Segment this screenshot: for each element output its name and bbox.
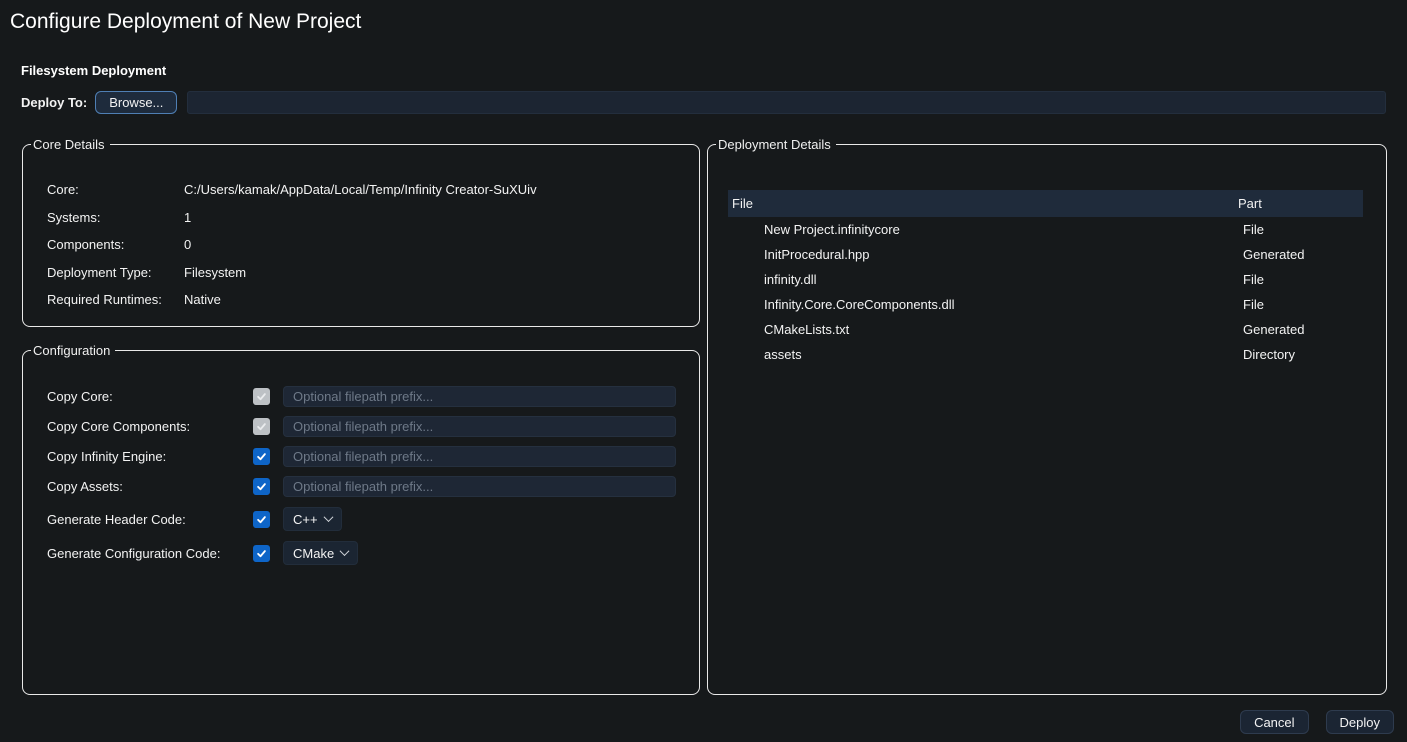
- checkmark-icon: [256, 548, 267, 559]
- table-row[interactable]: CMakeLists.txtGenerated: [728, 317, 1363, 342]
- core-detail-label: Systems:: [47, 210, 184, 225]
- copy-infinity-engine-label: Copy Infinity Engine:: [47, 449, 253, 464]
- part-cell: Generated: [1238, 247, 1363, 262]
- table-row[interactable]: assetsDirectory: [728, 342, 1363, 367]
- file-cell: Infinity.Core.CoreComponents.dll: [728, 297, 1238, 312]
- generate-config-code-label: Generate Configuration Code:: [47, 546, 253, 561]
- part-cell: File: [1238, 297, 1363, 312]
- column-header-file[interactable]: File: [728, 196, 1238, 211]
- deploy-to-row: Deploy To: Browse...: [21, 90, 1386, 115]
- generate-header-code-label: Generate Header Code:: [47, 512, 253, 527]
- core-detail-value: 1: [184, 210, 681, 225]
- configuration-row-copy-core: Copy Core:: [47, 386, 679, 407]
- core-detail-row: Components:0: [47, 231, 681, 259]
- copy-core-checkbox: [253, 388, 270, 405]
- table-header-row: File Part: [728, 190, 1363, 217]
- generate-header-code-select[interactable]: C++: [283, 507, 342, 531]
- core-detail-row: Systems:1: [47, 204, 681, 232]
- core-detail-label: Core:: [47, 182, 184, 197]
- core-details-fields: Core:C:/Users/kamak/AppData/Local/Temp/I…: [47, 176, 681, 314]
- generate-header-code-selected-value: C++: [293, 512, 318, 527]
- generate-config-code-selected-value: CMake: [293, 546, 334, 561]
- core-detail-value: 0: [184, 237, 681, 252]
- core-detail-label: Components:: [47, 237, 184, 252]
- generate-config-code-checkbox[interactable]: [253, 545, 270, 562]
- file-cell: New Project.infinitycore: [728, 222, 1238, 237]
- chevron-down-icon: [323, 512, 333, 522]
- deploy-path-input[interactable]: [187, 91, 1386, 114]
- copy-assets-label: Copy Assets:: [47, 479, 253, 494]
- core-details-group: Core Details Core:C:/Users/kamak/AppData…: [22, 137, 700, 327]
- file-cell: assets: [728, 347, 1238, 362]
- table-row[interactable]: InitProcedural.hppGenerated: [728, 242, 1363, 267]
- generate-config-code-select[interactable]: CMake: [283, 541, 358, 565]
- deploy-to-label: Deploy To:: [21, 95, 87, 110]
- part-cell: Directory: [1238, 347, 1363, 362]
- core-detail-label: Required Runtimes:: [47, 292, 184, 307]
- copy-core-components-prefix-input[interactable]: [283, 416, 676, 437]
- configuration-row-copy-assets: Copy Assets:: [47, 476, 679, 497]
- core-detail-row: Core:C:/Users/kamak/AppData/Local/Temp/I…: [47, 176, 681, 204]
- copy-core-prefix-input[interactable]: [283, 386, 676, 407]
- copy-infinity-engine-prefix-input[interactable]: [283, 446, 676, 467]
- file-cell: InitProcedural.hpp: [728, 247, 1238, 262]
- cancel-button[interactable]: Cancel: [1240, 710, 1308, 734]
- table-row[interactable]: infinity.dllFile: [728, 267, 1363, 292]
- part-cell: File: [1238, 222, 1363, 237]
- copy-core-label: Copy Core:: [47, 389, 253, 404]
- footer-actions: Cancel Deploy: [1240, 710, 1394, 734]
- deployment-files-table: File Part New Project.infinitycoreFileIn…: [728, 190, 1363, 367]
- core-detail-value: Native: [184, 292, 681, 307]
- deploy-button[interactable]: Deploy: [1326, 710, 1394, 734]
- file-cell: infinity.dll: [728, 272, 1238, 287]
- core-detail-label: Deployment Type:: [47, 265, 184, 280]
- checkmark-icon: [256, 514, 267, 525]
- file-cell: CMakeLists.txt: [728, 322, 1238, 337]
- filesystem-deployment-heading: Filesystem Deployment: [21, 63, 166, 78]
- deployment-details-group-title: Deployment Details: [716, 137, 836, 152]
- copy-infinity-engine-checkbox[interactable]: [253, 448, 270, 465]
- configuration-rows: Copy Core: Copy Core Components: Copy Infi…: [47, 386, 679, 574]
- copy-core-components-checkbox: [253, 418, 270, 435]
- table-row[interactable]: Infinity.Core.CoreComponents.dllFile: [728, 292, 1363, 317]
- configuration-group: Configuration Copy Core: Copy Core Compon…: [22, 343, 700, 695]
- core-details-group-title: Core Details: [31, 137, 110, 152]
- copy-core-components-label: Copy Core Components:: [47, 419, 253, 434]
- dialog-title: Configure Deployment of New Project: [10, 10, 361, 34]
- checkmark-icon: [256, 421, 267, 432]
- core-detail-row: Deployment Type:Filesystem: [47, 259, 681, 287]
- deployment-dialog: Configure Deployment of New Project File…: [0, 0, 1407, 742]
- deployment-details-group: Deployment Details File Part New Project…: [707, 137, 1387, 695]
- copy-assets-checkbox[interactable]: [253, 478, 270, 495]
- core-detail-value: Filesystem: [184, 265, 681, 280]
- copy-assets-prefix-input[interactable]: [283, 476, 676, 497]
- core-detail-row: Required Runtimes:Native: [47, 286, 681, 314]
- checkmark-icon: [256, 391, 267, 402]
- configuration-row-copy-core-components: Copy Core Components:: [47, 416, 679, 437]
- part-cell: Generated: [1238, 322, 1363, 337]
- table-body: New Project.infinitycoreFileInitProcedur…: [728, 217, 1363, 367]
- configuration-row-generate-config-code: Generate Configuration Code: CMake: [47, 541, 679, 565]
- core-detail-value: C:/Users/kamak/AppData/Local/Temp/Infini…: [184, 182, 681, 197]
- chevron-down-icon: [340, 546, 350, 556]
- column-header-part[interactable]: Part: [1238, 196, 1363, 211]
- part-cell: File: [1238, 272, 1363, 287]
- checkmark-icon: [256, 481, 267, 492]
- table-row[interactable]: New Project.infinitycoreFile: [728, 217, 1363, 242]
- checkmark-icon: [256, 451, 267, 462]
- browse-button[interactable]: Browse...: [95, 91, 177, 114]
- configuration-row-generate-header-code: Generate Header Code: C++: [47, 507, 679, 531]
- generate-header-code-checkbox[interactable]: [253, 511, 270, 528]
- configuration-group-title: Configuration: [31, 343, 115, 358]
- configuration-row-copy-infinity-engine: Copy Infinity Engine:: [47, 446, 679, 467]
